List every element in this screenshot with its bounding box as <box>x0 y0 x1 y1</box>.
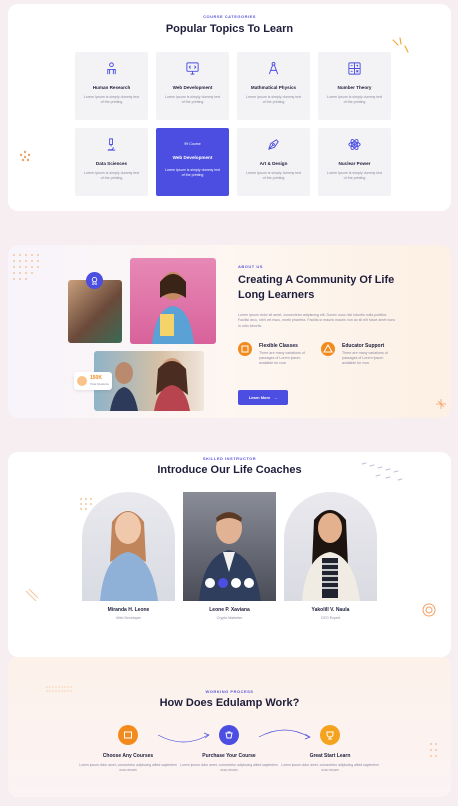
coach-figure-icon <box>302 510 360 601</box>
social-links <box>205 578 254 588</box>
educator-support-icon <box>321 342 335 356</box>
topic-card-title: Web Development <box>172 155 213 160</box>
process-section: WORKING PROCESS How Does Edulamp Work? C… <box>8 657 451 797</box>
calculator-icon <box>348 62 361 75</box>
topic-card-art-design[interactable]: Art & Design Lorem Ipsum is simply dummy… <box>237 128 310 196</box>
lines-doodle-icon <box>25 588 39 602</box>
dots-doodle-icon <box>19 150 31 162</box>
dots-doodle-icon <box>430 743 437 757</box>
topic-card-desc: Lorem Ipsum is simply dummy text of the … <box>326 95 383 104</box>
connector-arrow-icon <box>157 732 210 743</box>
feature-title: Flexible Classes <box>259 343 298 349</box>
students-label: Total Students <box>90 382 110 386</box>
topic-card-desc: Lorem Ipsum is simply dummy text of the … <box>83 95 140 104</box>
topic-card-web-development[interactable]: Web Development Lorem Ipsum is simply du… <box>156 52 229 120</box>
coach-figure-icon <box>100 511 158 601</box>
topic-card-nuclear-power[interactable]: Nuclear Power Lorem Ipsum is simply dumm… <box>318 128 391 196</box>
circle-doodle-icon <box>422 603 436 617</box>
about-eyebrow: ABOUT US <box>238 264 263 269</box>
step-title: Choose Any Courses <box>102 753 154 759</box>
coach-photo-yakolill[interactable] <box>284 492 377 601</box>
students-reading-photo <box>68 280 122 343</box>
atom-icon <box>348 139 361 150</box>
about-section: 150K Total Students ABOUT US Creating A … <box>8 245 451 418</box>
award-badge <box>86 272 103 289</box>
microscope-icon <box>107 138 116 151</box>
coach-role: CEO Expert <box>320 616 341 620</box>
twitter-icon[interactable] <box>218 578 228 588</box>
step-purchase-icon <box>219 725 239 745</box>
feature-title: Educator Support <box>342 343 385 349</box>
about-body: Lorem ipsum dolor sit amet, consectetur … <box>238 313 396 328</box>
person-research-icon <box>107 62 116 75</box>
coach-name: Miranda H. Leone <box>107 607 150 613</box>
process-title: How Does Edulamp Work? <box>159 697 300 709</box>
coach-name: Yakolill V. Naula <box>311 607 350 613</box>
topic-card-desc: Lorem Ipsum is simply dummy text of the … <box>164 95 221 104</box>
topics-section: COURSE CATEGORIES Popular Topics To Lear… <box>8 4 451 211</box>
about-title-line2: Long Learners <box>238 289 315 301</box>
step-learn-icon <box>320 725 340 745</box>
topic-card-desc: Lorem Ipsum is simply dummy text of the … <box>245 171 302 180</box>
process-eyebrow: WORKING PROCESS <box>205 689 254 694</box>
instagram-icon[interactable] <box>244 578 254 588</box>
student-figure-icon <box>152 272 194 344</box>
step-title: Great Start Learn <box>309 753 351 759</box>
facebook-icon[interactable] <box>205 578 215 588</box>
students-count-card: 150K Total Students <box>74 372 112 390</box>
topic-card-desc: Lorem Ipsum is simply dummy text of the … <box>326 171 383 180</box>
monitor-code-icon <box>186 62 199 75</box>
step-title: Purchase Your Course <box>202 753 256 759</box>
compass-icon <box>268 61 279 75</box>
flexible-classes-icon <box>238 342 252 356</box>
topic-card-mathmatical-physics[interactable]: Mathmatical Physics Lorem Ipsum is simpl… <box>237 52 310 120</box>
topic-card-title: Mathmatical Physics <box>250 85 297 90</box>
topic-card-title: Human Research <box>92 85 131 90</box>
feature-desc: There are many variations of passages of… <box>259 351 305 365</box>
topic-card-data-sciences[interactable]: Data Sciences Lorem Ipsum is simply dumm… <box>75 128 148 196</box>
topic-card-title: Nuclear Power <box>338 161 371 166</box>
coach-role: Crypto Marketer <box>216 616 243 620</box>
topic-card-web-development-active[interactable]: 99 Course Web Development Lorem Ipsum is… <box>156 128 229 196</box>
step-desc: Lorem ipsum dolor amet, consectetur adip… <box>79 763 177 772</box>
topic-card-desc: Lorem Ipsum is simply dummy text of the … <box>83 171 140 180</box>
linkedin-icon[interactable] <box>231 578 241 588</box>
topic-card-desc: Lorem Ipsum is simply dummy text of the … <box>164 168 221 177</box>
feature-desc: There are many variations of passages of… <box>342 351 388 365</box>
topics-title: Popular Topics To Learn <box>165 23 294 35</box>
step-desc: Lorem ipsum dolor amet, consectetur adip… <box>180 763 278 772</box>
about-title: Creating A Community Of Life Long Learne… <box>238 273 394 303</box>
learn-more-label: Learn More <box>248 395 271 400</box>
students-icon <box>77 376 87 386</box>
coaches-section: SKILLED INSTRUCTOR Introduce Our Life Co… <box>8 452 451 657</box>
topic-card-title: Number Theory <box>337 85 372 90</box>
step-choose-icon <box>118 725 138 745</box>
topic-card-title: Web Development <box>172 85 213 90</box>
topic-card-title: Data Sciences <box>95 161 128 166</box>
about-title-line1: Creating A Community Of Life <box>238 274 395 286</box>
coach-photo-leone[interactable] <box>183 492 276 601</box>
coach-photo-miranda[interactable] <box>82 492 175 601</box>
arrow-right-icon: → <box>273 395 278 400</box>
student-with-books-photo <box>130 258 216 344</box>
dashes-doodle-icon <box>46 686 72 692</box>
dashes-doodle-icon <box>361 462 403 481</box>
topic-card-human-research[interactable]: Human Research Lorem Ipsum is simply dum… <box>75 52 148 120</box>
topic-card-title: Art & Design <box>259 161 288 166</box>
dot-pattern-icon <box>13 254 39 280</box>
topic-card-desc: Lorem Ipsum is simply dummy text of the … <box>245 95 302 104</box>
coach-role: Web Developer <box>116 616 141 620</box>
award-icon <box>91 276 98 285</box>
sparkle-doodle-icon <box>436 399 446 409</box>
topic-card-number-theory[interactable]: Number Theory Lorem Ipsum is simply dumm… <box>318 52 391 120</box>
learn-more-button[interactable]: Learn More → <box>238 390 288 405</box>
sparkle-doodle-icon <box>392 37 409 53</box>
step-desc: Lorem ipsum dolor amet, consectetur adip… <box>281 763 379 772</box>
topics-eyebrow: COURSE CATEGORIES <box>203 14 256 19</box>
connector-arrow-icon <box>258 729 311 740</box>
topic-card-course-count: 99 Course <box>184 142 201 146</box>
coach-name: Leone P. Xaviana <box>209 607 250 613</box>
students-count: 150K <box>90 375 102 381</box>
pen-nib-icon <box>268 139 279 150</box>
